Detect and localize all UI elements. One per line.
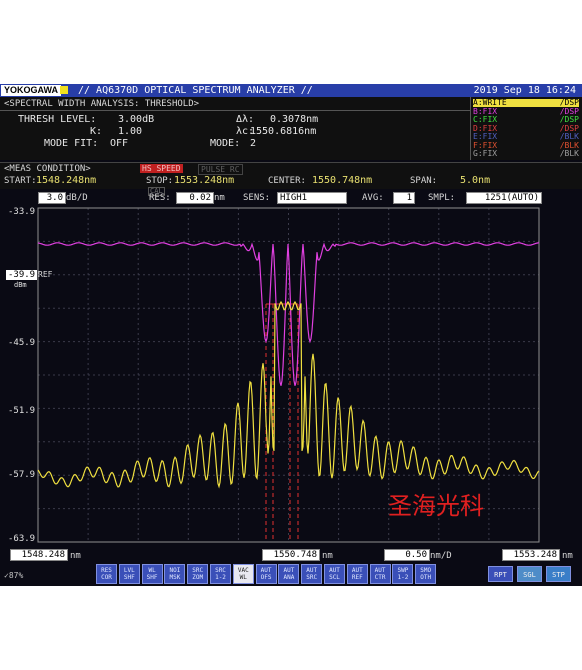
- bottom-stop-unit: nm: [562, 551, 573, 561]
- soft-button-line2: 1-2: [397, 574, 409, 581]
- soft-button[interactable]: AUT ANA: [278, 564, 300, 584]
- soft-button-line1: AUT: [260, 567, 272, 574]
- soft-button-line1: AUT: [283, 567, 295, 574]
- soft-button[interactable]: AUT SRC: [301, 564, 323, 584]
- soft-button[interactable]: AUT OFS: [255, 564, 277, 584]
- soft-button-line2: ANA: [283, 574, 295, 581]
- soft-button-line2: REF: [351, 574, 363, 581]
- soft-button-line1: SWP: [397, 567, 409, 574]
- soft-button-line1: RES: [101, 567, 112, 574]
- soft-button-line2: COR: [101, 574, 112, 581]
- soft-button-line2: WL: [239, 574, 247, 581]
- soft-button-line1: AUT: [374, 567, 386, 574]
- soft-button-line2: OTH: [420, 574, 432, 581]
- soft-button-line2: SHF: [123, 574, 135, 581]
- soft-button[interactable]: LVL SHF: [118, 564, 140, 584]
- progress-percent: ✓87%: [4, 571, 24, 580]
- osa-screen: YOKOGAWA // AQ6370D OPTICAL SPECTRUM ANA…: [0, 84, 582, 586]
- single-button[interactable]: SGL: [517, 566, 542, 582]
- soft-button-line1: AUT: [329, 567, 340, 574]
- soft-button-line2: CTR: [374, 574, 386, 581]
- soft-button-line1: WL: [148, 567, 156, 574]
- soft-button-line1: VAC: [237, 567, 249, 574]
- soft-button[interactable]: SMO OTH: [415, 564, 437, 584]
- soft-button-line1: SMO: [420, 567, 432, 574]
- bottom-div-field[interactable]: 0.50: [384, 549, 430, 561]
- soft-button[interactable]: AUT REF: [346, 564, 368, 584]
- soft-button[interactable]: AUT CTR: [369, 564, 391, 584]
- soft-button[interactable]: VAC WL: [232, 564, 254, 584]
- bottom-center-field[interactable]: 1550.748: [262, 549, 320, 561]
- stop-button[interactable]: STP: [546, 566, 571, 582]
- soft-button[interactable]: SRC 1-2: [210, 564, 231, 584]
- soft-button-line2: 1-2: [215, 574, 226, 581]
- soft-button-line2: SCL: [329, 574, 340, 581]
- soft-button[interactable]: SWP 1-2: [392, 564, 414, 584]
- marker-lines: [265, 303, 299, 542]
- soft-button-line1: SRC: [192, 567, 204, 574]
- soft-button[interactable]: AUT SCL: [324, 564, 345, 584]
- soft-button-line2: OFS: [260, 574, 272, 581]
- soft-button-line2: MSK: [169, 574, 181, 581]
- soft-button-line1: AUT: [306, 567, 318, 574]
- bottom-center-unit: nm: [322, 551, 333, 561]
- bottom-start-field[interactable]: 1548.248: [10, 549, 68, 561]
- soft-button[interactable]: RES COR: [96, 564, 117, 584]
- soft-button-line1: NOI: [169, 567, 181, 574]
- watermark-text: 圣海光科: [388, 492, 484, 520]
- soft-button-line2: ZOM: [192, 574, 204, 581]
- soft-button-line2: SHF: [146, 574, 158, 581]
- spectrum-graph: 圣海光科: [37, 207, 540, 543]
- soft-button-line2: SRC: [306, 574, 318, 581]
- soft-button-line1: AUT: [351, 567, 363, 574]
- bottom-stop-field[interactable]: 1553.248: [502, 549, 560, 561]
- repeat-button[interactable]: RPT: [488, 566, 513, 582]
- bottom-axis-bar: 1548.248 nm 1550.748 nm 0.50 nm/D 1553.2…: [0, 548, 582, 562]
- bottom-start-unit: nm: [70, 551, 81, 561]
- soft-button[interactable]: WL SHF: [141, 564, 163, 584]
- soft-button[interactable]: SRC ZOM: [187, 564, 209, 584]
- soft-button-line1: LVL: [123, 567, 135, 574]
- soft-button-line1: SRC: [215, 567, 226, 574]
- bottom-div-unit: nm/D: [430, 551, 452, 561]
- soft-button[interactable]: NOI MSK: [164, 564, 186, 584]
